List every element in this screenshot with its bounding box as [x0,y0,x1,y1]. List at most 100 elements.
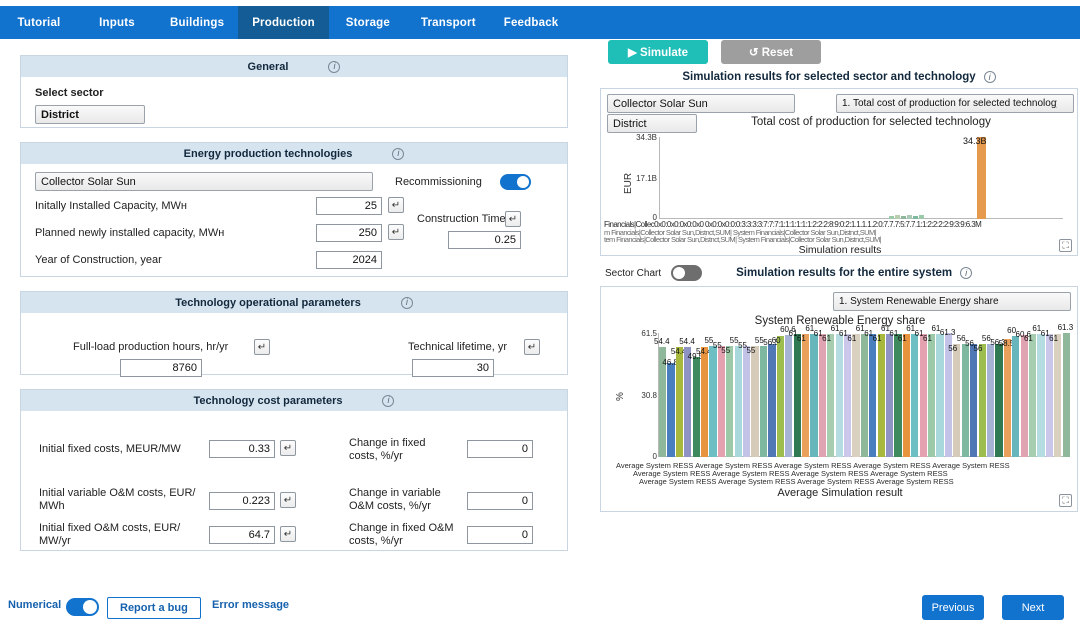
reset-arrow-icon[interactable]: ↵ [505,211,521,227]
initial-fixed-costs-input[interactable] [209,440,275,458]
bar-ress [1012,336,1020,457]
bar-ress [843,334,852,457]
reset-arrow-icon[interactable]: ↵ [388,224,404,240]
info-icon[interactable]: i [983,71,996,83]
change-variable-om-input[interactable] [467,492,533,510]
toggle-knob [83,600,97,614]
bar-value-label: 61 [822,334,832,343]
planned-capacity-input[interactable] [316,224,382,242]
bar-ress [684,347,692,457]
previous-button[interactable]: Previous [922,595,984,620]
chart-sector-select[interactable]: District [607,114,697,133]
select-sector-label: Select sector [35,87,104,99]
bar-ress [995,343,1003,457]
simulation-actions: ▶ Simulate ↺ Reset [600,40,1078,64]
initial-capacity-input[interactable] [316,197,382,215]
simulate-button[interactable]: ▶ Simulate [608,40,708,64]
y-axis-line [659,137,660,219]
reset-arrow-icon[interactable]: ↵ [524,339,540,355]
numerical-toggle[interactable] [66,598,99,616]
bar-value-label: 61 [1049,334,1059,343]
reset-arrow-icon[interactable]: ↵ [280,492,296,508]
system-results-section-title: Simulation results for the entire system [736,267,953,279]
bar-ress [936,334,944,457]
nav-item-inputs[interactable]: Inputs [78,6,156,39]
info-icon[interactable]: i [392,147,405,160]
change-fixed-om-input[interactable] [467,526,533,544]
technical-lifetime-input[interactable] [412,359,494,377]
bar-ress [709,346,717,457]
info-icon[interactable]: i [382,394,395,407]
bar-ress [919,334,927,457]
bar-value-label: 60 [771,336,781,346]
sector-select[interactable]: District [35,105,145,124]
bar-value-label: 61.3 [1057,323,1074,333]
fullscreen-icon[interactable]: ⛶ [1059,494,1072,507]
system-metric-select[interactable]: 1. System Renewable Energy share [833,292,1071,311]
bar-ress [961,344,969,457]
bar-ress [1028,334,1037,457]
reset-arrow-icon[interactable]: ↵ [254,339,270,355]
bar-ress [1020,334,1028,457]
construction-time-label: Construction Time, [417,213,509,225]
nav-item-tutorial[interactable]: Tutorial [0,6,78,39]
reset-arrow-icon[interactable]: ↵ [388,197,404,213]
info-icon[interactable]: i [960,267,973,279]
nav-item-storage[interactable]: Storage [329,6,407,39]
year-of-construction-input[interactable] [316,251,382,269]
general-card-body: Select sector District [21,77,567,138]
bar-ress [860,334,868,457]
bar-ress [986,344,995,457]
general-card: General i Select sector District [20,55,568,128]
sector-chart-toggle[interactable] [671,265,703,281]
energy-title: Energy production technologies [183,147,353,160]
bar-small [889,216,894,219]
system-results-chart-box: 1. System Renewable Energy share System … [600,286,1078,512]
bar-ress [751,346,759,457]
next-button[interactable]: Next [1002,595,1064,620]
nav-item-feedback[interactable]: Feedback [490,6,573,39]
bar-ress [692,357,700,457]
nav-item-transport[interactable]: Transport [407,6,490,39]
bar-ress [717,346,726,457]
initial-variable-om-input[interactable] [209,492,275,510]
bar-small [913,216,918,219]
nav-item-buildings[interactable]: Buildings [156,6,238,39]
info-icon[interactable]: i [328,60,341,73]
system-chart-y-axis-label: % [615,392,626,401]
report-bug-button[interactable]: Report a bug [107,597,201,619]
info-icon[interactable]: i [400,296,413,309]
technology-select[interactable]: Collector Solar Sun [35,172,373,191]
planned-capacity-label: Planned newly installed capacity, MWн [35,227,225,239]
x-tick-labels-line3: Average System RESS Average System RESS … [639,477,954,486]
cost-parameters-card: Technology cost parameters i Initial fix… [20,389,568,551]
chart-technology-select[interactable]: Collector Solar Sun [607,94,795,113]
fullscreen-icon[interactable]: ⛶ [1059,239,1072,252]
sector-chart-label: Sector Chart [605,267,662,279]
bar-value-label: 55 [721,346,731,356]
nav-item-production[interactable]: Production [238,6,329,39]
fullload-hours-input[interactable] [120,359,202,377]
bar-ress [1003,339,1011,457]
reset-arrow-icon[interactable]: ↵ [280,526,296,542]
numerical-label: Numerical [8,599,62,611]
tech-chart-plot-area: 34.3B [659,136,1063,219]
bar-ress [801,334,810,457]
bar-ress [911,334,919,457]
bar-ress [793,334,801,457]
general-title: General [247,60,289,73]
bar-ress [869,334,877,457]
chart-metric-select[interactable]: 1. Total cost of production for selected… [836,94,1074,113]
initial-fixed-om-input[interactable] [209,526,275,544]
bar-ress [1037,334,1045,457]
construction-time-input[interactable] [448,231,521,249]
change-fixed-costs-input[interactable] [467,440,533,458]
bar-value-label: 61 [872,334,882,343]
energy-technologies-card: Energy production technologies i Collect… [20,142,568,277]
reset-arrow-icon[interactable]: ↵ [280,440,296,456]
recommissioning-toggle[interactable] [499,173,531,190]
system-metric-select-wrap: 1. System Renewable Energy share [833,292,1071,311]
bar-value-label: 34.3B [963,136,987,146]
results-tech-section-title-row: Simulation results for selected sector a… [600,71,1078,83]
reset-button[interactable]: ↺ Reset [721,40,821,64]
